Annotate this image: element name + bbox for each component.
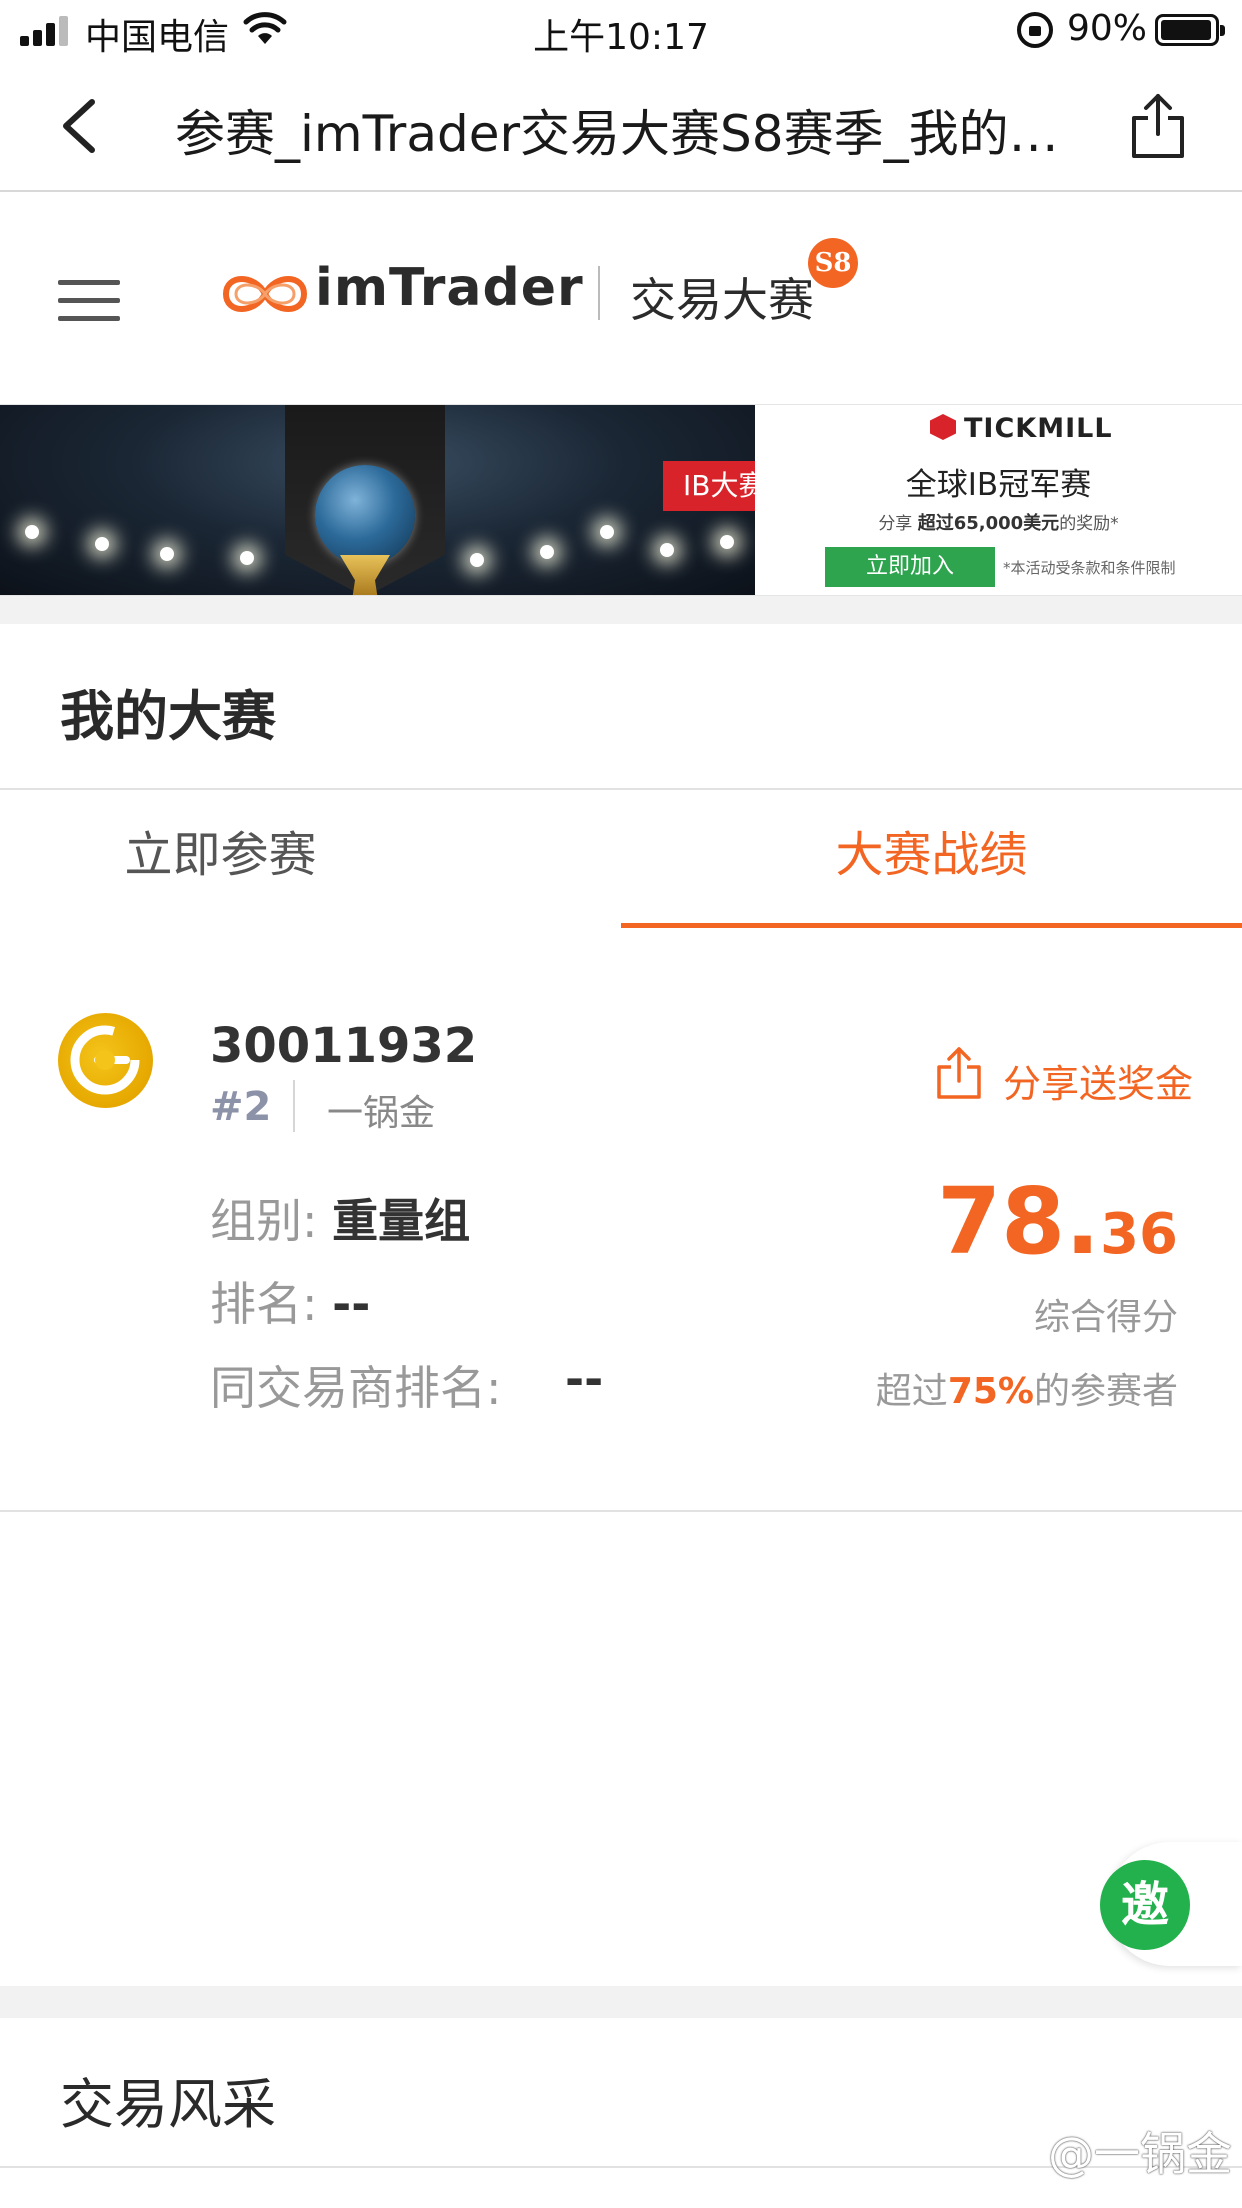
rank-label: 排名: xyxy=(210,1277,318,1331)
broker-rank-label: 同交易商排名: xyxy=(210,1361,502,1415)
tab-contest-results[interactable]: 大赛战绩 xyxy=(621,790,1242,930)
nav-bar: 参赛_imTrader交易大赛S8赛季_我的大赛 xyxy=(0,62,1242,192)
rotation-lock-icon xyxy=(1017,12,1053,48)
broker-rank-field: 同交易商排名: -- xyxy=(210,1352,603,1418)
tab-label: 大赛战绩 xyxy=(835,827,1028,883)
percentile-value: 75% xyxy=(947,1371,1034,1412)
section-gap xyxy=(0,596,1242,624)
clock: 上午10:17 xyxy=(533,17,709,58)
share-bonus-label: 分享送奖金 xyxy=(1003,1062,1194,1106)
share-icon xyxy=(937,1047,981,1099)
bonus-amount: 超过65,000美元 xyxy=(917,513,1060,534)
percentile-text: 超过75%的参赛者 xyxy=(876,1362,1178,1414)
tickmill-icon xyxy=(930,414,956,440)
join-now-button[interactable]: 立即加入 xyxy=(825,547,995,587)
tab-label: 立即参赛 xyxy=(124,827,317,883)
percentile-suffix: 的参赛者 xyxy=(1033,1371,1178,1412)
my-contest-title: 我的大赛 xyxy=(60,685,276,748)
tab-join-now[interactable]: 立即参赛 xyxy=(0,790,621,930)
infinity-logo-icon xyxy=(222,276,308,312)
divider xyxy=(293,1080,295,1132)
sponsor-name: TICKMILL xyxy=(964,413,1113,444)
broker-rank-value: -- xyxy=(565,1352,604,1406)
banner-terms: *本活动受条款和条件限制 xyxy=(1003,559,1176,577)
status-bar: 中国电信 上午10:17 90% xyxy=(0,0,1242,62)
ea-logo-icon xyxy=(70,1025,140,1095)
rank-number: #2 xyxy=(210,1084,272,1130)
avatar[interactable] xyxy=(58,1013,153,1108)
invite-button[interactable]: 邀 xyxy=(1100,1860,1190,1950)
percentile-prefix: 超过 xyxy=(875,1371,948,1412)
rank-field: 排名: -- xyxy=(210,1268,370,1334)
back-chevron-icon[interactable] xyxy=(52,96,112,156)
battery-percent: 90% xyxy=(1067,8,1148,49)
tickmill-logo: TICKMILL xyxy=(930,413,1113,444)
score-decimal: 36 xyxy=(1100,1202,1178,1267)
contest-tabs: 立即参赛 大赛战绩 xyxy=(0,790,1242,930)
banner-promo: TICKMILL 全球IB冠军赛 分享 超过65,000美元的奖励* 立即加入 … xyxy=(755,405,1242,595)
share-icon[interactable] xyxy=(1128,90,1188,160)
score-label: 综合得分 xyxy=(1033,1297,1178,1338)
brand-name: imTrader xyxy=(315,258,584,318)
group-label: 组别: xyxy=(210,1194,318,1248)
group-value: 重量组 xyxy=(332,1194,471,1248)
score-integer: 78. xyxy=(937,1168,1101,1275)
contest-subtitle: 交易大赛 xyxy=(630,273,814,327)
globe-graphic xyxy=(315,465,415,565)
group-field: 组别: 重量组 xyxy=(210,1185,470,1251)
bonus-prefix: 分享 xyxy=(878,514,913,534)
section-gap xyxy=(0,1986,1242,2018)
account-id: 30011932 xyxy=(210,1018,478,1074)
weibo-watermark: @一锅金 xyxy=(1048,2127,1232,2181)
bonus-suffix: 的奖励* xyxy=(1059,514,1119,534)
overall-score: 78.36 xyxy=(937,1168,1178,1275)
site-header: imTrader 交易大赛 S8 xyxy=(0,192,1242,404)
ib-contest-banner[interactable]: IB大赛 TICKMILL 全球IB冠军赛 分享 超过65,000美元的奖励* … xyxy=(0,404,1242,596)
trading-style-title: 交易风采 xyxy=(60,2073,276,2136)
nickname: 一锅金 xyxy=(327,1093,436,1134)
active-tab-indicator xyxy=(621,923,1242,928)
logo-divider xyxy=(598,266,600,320)
season-badge: S8 xyxy=(808,238,858,288)
rank-value: -- xyxy=(332,1277,371,1331)
page-title: 参赛_imTrader交易大赛S8赛季_我的大赛 xyxy=(175,105,1075,163)
banner-bonus: 分享 超过65,000美元的奖励* xyxy=(755,509,1242,535)
hamburger-menu-icon[interactable] xyxy=(58,280,120,322)
banner-headline: 全球IB冠军赛 xyxy=(905,467,1092,503)
divider xyxy=(0,1510,1242,1512)
battery-icon xyxy=(1155,14,1225,46)
